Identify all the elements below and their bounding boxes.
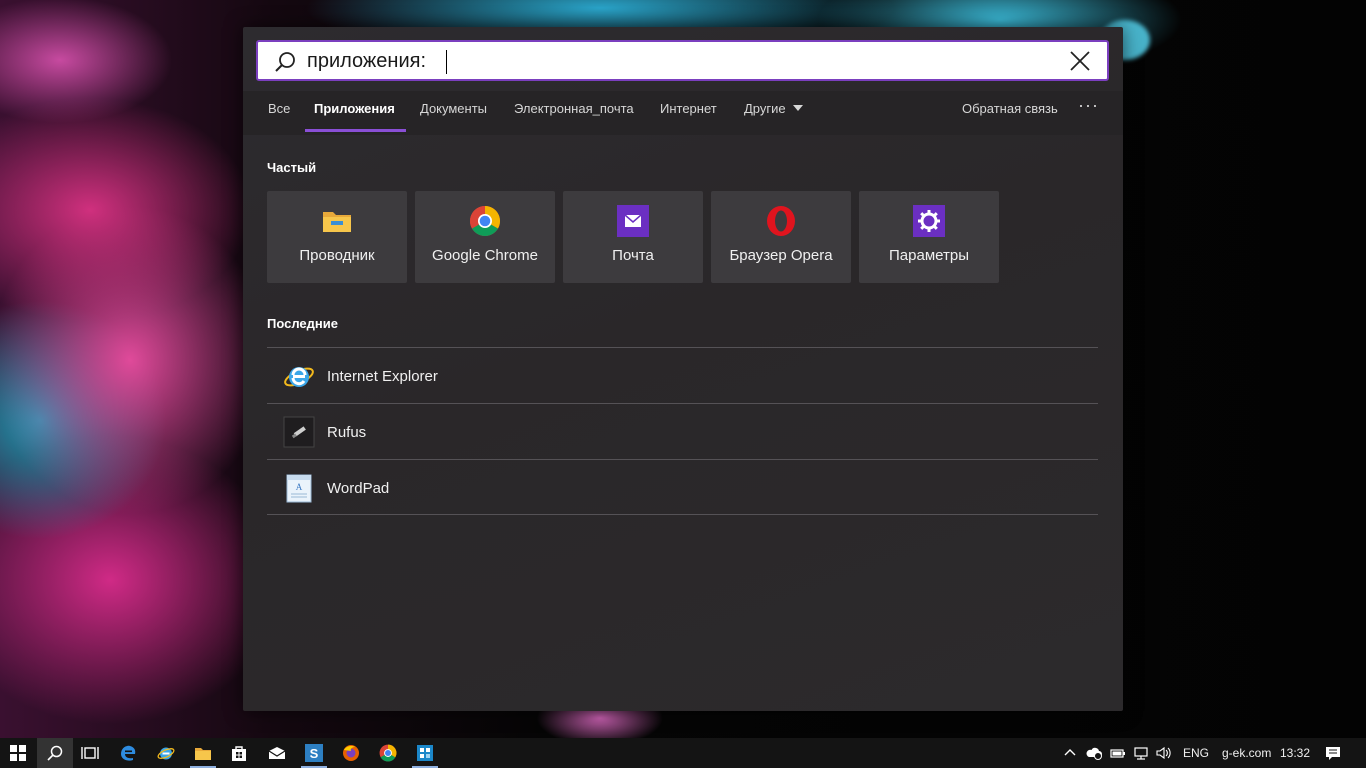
wordpad-icon: A <box>286 474 312 503</box>
svg-text:A: A <box>296 482 303 492</box>
svg-text:S: S <box>310 746 319 761</box>
recent-item-label: Rufus <box>327 424 367 441</box>
onedrive-icon[interactable] <box>1086 745 1102 761</box>
tab-apps[interactable]: Приложения <box>314 101 395 125</box>
tile-label: Параметры <box>889 247 969 264</box>
search-box[interactable] <box>256 40 1109 81</box>
recent-heading: Последние <box>267 316 338 331</box>
input-language[interactable]: ENG <box>1183 746 1209 760</box>
tile-label: Почта <box>612 247 654 264</box>
frequent-tile-settings[interactable]: Параметры <box>859 191 999 283</box>
clock[interactable]: 13:32 <box>1280 746 1310 760</box>
recent-item-label: WordPad <box>327 480 390 497</box>
taskbar: S ENG g-ek.com 13:32 <box>0 738 1366 768</box>
recent-item-wordpad[interactable]: A WordPad <box>267 459 1098 515</box>
internet-explorer-icon <box>157 747 175 760</box>
site-watermark: g-ek.com <box>1222 746 1272 760</box>
battery-icon[interactable] <box>1110 745 1126 761</box>
folder-icon <box>323 212 351 232</box>
network-icon[interactable] <box>1133 745 1149 761</box>
search-icon <box>275 52 295 72</box>
active-tab-indicator <box>305 129 406 132</box>
action-center-icon[interactable] <box>1325 745 1341 761</box>
tab-documents[interactable]: Документы <box>420 101 487 125</box>
firefox-icon <box>343 745 359 761</box>
start-button[interactable] <box>0 738 36 768</box>
recent-list: Internet Explorer Rufus A WordPad <box>267 347 1098 515</box>
taskbar-app-s[interactable]: S <box>296 738 332 768</box>
tile-label: Проводник <box>299 247 375 264</box>
chrome-icon <box>469 206 501 237</box>
settings-gear-icon <box>913 205 945 237</box>
recent-item-internet-explorer[interactable]: Internet Explorer <box>267 347 1098 403</box>
app-s-icon: S <box>305 744 323 762</box>
rufus-icon <box>283 416 315 448</box>
task-view-icon <box>81 747 99 759</box>
volume-icon[interactable] <box>1156 745 1172 761</box>
close-icon[interactable] <box>1069 50 1091 72</box>
windows-logo-icon <box>10 745 26 761</box>
tab-more-dropdown[interactable]: Другие <box>744 101 803 125</box>
chevron-down-icon <box>792 105 803 111</box>
mail-icon <box>268 747 286 759</box>
tab-more-label: Другие <box>744 101 786 116</box>
taskbar-search-button[interactable] <box>37 738 73 768</box>
taskbar-app-tiles[interactable] <box>407 738 443 768</box>
frequent-tile-mail[interactable]: Почта <box>563 191 703 283</box>
task-view-button[interactable] <box>72 738 108 768</box>
mail-icon <box>617 205 649 237</box>
chrome-icon <box>379 744 397 762</box>
internet-explorer-icon <box>284 367 314 387</box>
tab-web[interactable]: Интернет <box>660 101 717 125</box>
feedback-link[interactable]: Обратная связь <box>962 101 1058 125</box>
frequent-tile-opera[interactable]: Браузер Opera <box>711 191 851 283</box>
tile-label: Браузер Opera <box>729 247 833 264</box>
tile-label: Google Chrome <box>432 247 538 264</box>
search-input[interactable] <box>307 48 1007 74</box>
folder-icon <box>195 748 211 760</box>
taskbar-file-explorer[interactable] <box>185 738 221 768</box>
taskbar-store[interactable] <box>221 738 257 768</box>
opera-icon <box>767 206 795 236</box>
taskbar-edge[interactable] <box>110 738 146 768</box>
taskbar-internet-explorer[interactable] <box>148 738 184 768</box>
app-tiles-icon <box>417 745 433 761</box>
frequent-heading: Частый <box>267 160 317 175</box>
store-bag-icon <box>232 746 246 761</box>
text-caret <box>446 50 447 74</box>
chevron-up-icon[interactable] <box>1062 745 1078 761</box>
search-panel: Все Приложения Документы Электронная_поч… <box>243 27 1123 711</box>
frequent-tile-chrome[interactable]: Google Chrome <box>415 191 555 283</box>
taskbar-firefox[interactable] <box>333 738 369 768</box>
recent-item-label: Internet Explorer <box>327 368 438 385</box>
frequent-tile-explorer[interactable]: Проводник <box>267 191 407 283</box>
search-icon <box>47 745 63 761</box>
more-options-button[interactable]: ··· <box>1078 95 1099 116</box>
edge-icon <box>121 745 136 761</box>
tab-email[interactable]: Электронная_почта <box>514 101 634 125</box>
taskbar-chrome[interactable] <box>370 738 406 768</box>
taskbar-mail[interactable] <box>259 738 295 768</box>
tab-all[interactable]: Все <box>268 101 290 125</box>
recent-item-rufus[interactable]: Rufus <box>267 403 1098 459</box>
